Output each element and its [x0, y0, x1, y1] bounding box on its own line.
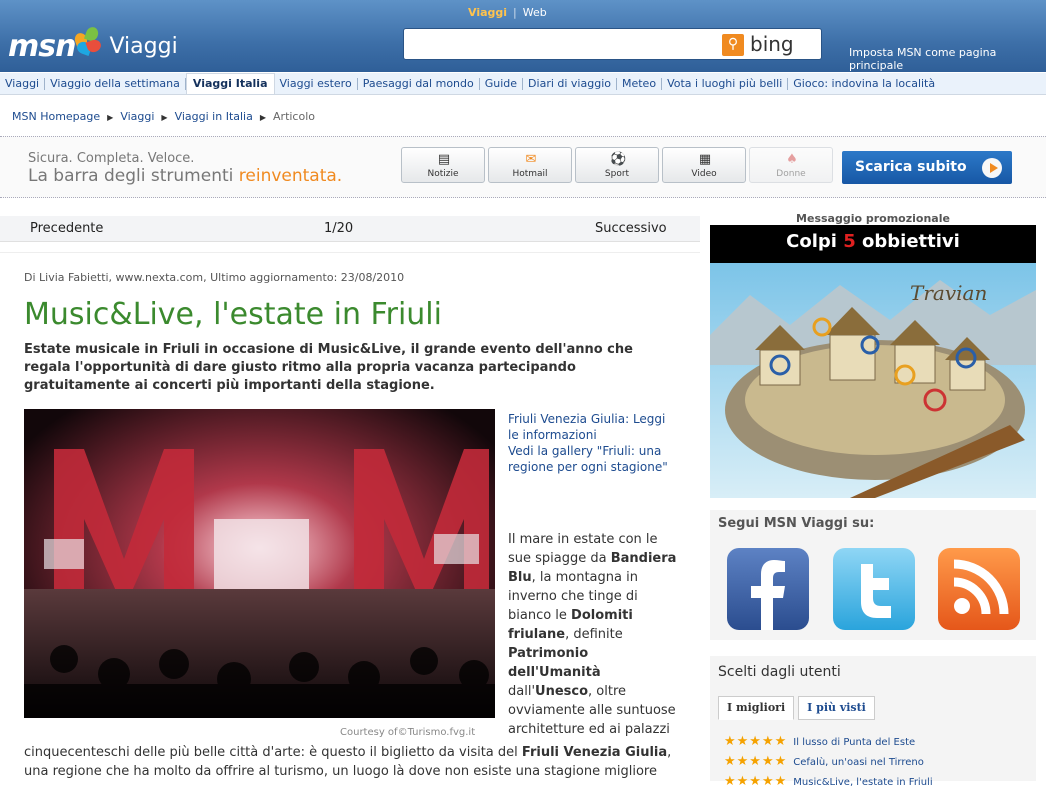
bing-logo: bing: [750, 32, 794, 56]
toolbar-ad-banner: Sicura. Completa. Veloce. La barra degli…: [0, 136, 1046, 198]
tab-migliori[interactable]: I migliori: [718, 696, 795, 720]
clapperboard-icon: ▦: [698, 152, 712, 167]
user-picks-list: ★★★★★ Il lusso di Punta del Este ★★★★★ Cef…: [724, 732, 933, 792]
article-title: Music&Live, l'estate in Friuli: [24, 297, 442, 332]
facebook-icon[interactable]: [727, 548, 809, 630]
page-position: 1/20: [324, 221, 354, 236]
search-input[interactable]: [408, 32, 718, 56]
soccer-ball-icon: ⚽: [610, 152, 627, 167]
search-tab-web[interactable]: Web: [523, 6, 547, 19]
rating-stars: ★★★★★: [724, 754, 788, 769]
nav-item-viaggi[interactable]: Viaggi: [0, 77, 46, 90]
chevron-right-icon: ▶: [259, 113, 267, 122]
breadcrumb: MSN Homepage ▶ Viaggi ▶ Viaggi in Italia ▶ Art…: [12, 110, 315, 123]
article-lead: Estate musicale in Friuli in occasione d…: [24, 342, 633, 393]
search-scope-tabs: Viaggi | Web: [468, 6, 547, 19]
search-tab-viaggi[interactable]: Viaggi: [468, 6, 507, 19]
nav-item-viaggi-estero[interactable]: Viaggi estero: [275, 77, 358, 90]
breadcrumb-viaggi[interactable]: Viaggi: [120, 110, 154, 123]
next-link[interactable]: Successivo: [595, 221, 667, 236]
concert-photo: [24, 409, 495, 718]
chevron-right-icon: ▶: [107, 113, 114, 122]
list-item[interactable]: ★★★★★ Music&Live, l'estate in Friuli: [724, 772, 933, 792]
download-now-button[interactable]: Scarica subito: [842, 151, 1012, 184]
rating-stars: ★★★★★: [724, 734, 788, 749]
rss-icon[interactable]: [938, 548, 1020, 630]
nav-item-vota[interactable]: Vota i luoghi più belli: [662, 77, 789, 90]
nav-item-viaggio-settimana[interactable]: Viaggio della settimana: [45, 77, 186, 90]
article-pager: Precedente 1/20 Successivo: [0, 216, 700, 242]
nav-item-viaggi-italia[interactable]: Viaggi Italia: [185, 73, 275, 94]
breadcrumb-current: Articolo: [273, 110, 315, 123]
svg-text:Travian: Travian: [910, 281, 987, 305]
related-links: Friuli Venezia Giulia: Leggi le informaz…: [508, 411, 678, 475]
set-homepage-link[interactable]: Imposta MSN come pagina principale: [849, 46, 1046, 72]
msn-logo[interactable]: msn Viaggi: [8, 25, 178, 64]
nav-item-diari[interactable]: Diari di viaggio: [523, 77, 617, 90]
toolbar-button-video[interactable]: ▦ Video: [662, 147, 746, 183]
user-picks-box: Scelti dagli utenti I migliori I più vis…: [710, 656, 1036, 789]
msn-butterfly-icon: [73, 25, 104, 57]
breadcrumb-viaggi-italia[interactable]: Viaggi in Italia: [175, 110, 253, 123]
user-picks-title: Scelti dagli utenti: [718, 664, 841, 680]
toolbar-button-notizie[interactable]: ▤ Notizie: [401, 147, 485, 183]
banner-tagline: Sicura. Completa. Veloce. La barra degli…: [28, 151, 343, 186]
toolbar-button-hotmail[interactable]: ✉ Hotmail: [488, 147, 572, 183]
ad-headline: Colpi 5 obbiettivi: [786, 231, 960, 252]
nav-item-guide[interactable]: Guide: [480, 77, 524, 90]
promo-label: Messaggio promozionale: [796, 212, 950, 225]
rating-stars: ★★★★★: [724, 774, 788, 789]
photo-credit: Courtesy of©Turismo.fvg.it: [340, 727, 476, 738]
article-body: cinquecenteschi delle più belle città d'…: [24, 745, 672, 779]
twitter-icon[interactable]: [833, 548, 915, 630]
nav-item-gioco[interactable]: Gioco: indovina la località: [788, 77, 940, 90]
list-item[interactable]: ★★★★★ Cefalù, un'oasi nel Tirreno: [724, 752, 933, 772]
section-nav: Viaggi Viaggio della settimana Viaggi It…: [0, 73, 1046, 95]
search-icon: ⚲: [727, 36, 739, 52]
shoe-icon: ♠: [786, 152, 798, 167]
user-picks-tabs: I migliori I più visti: [718, 696, 879, 720]
mail-icon: ✉: [525, 152, 537, 167]
article-byline: Di Livia Fabietti, www.nexta.com, Ultimo…: [24, 271, 405, 284]
link-friuli-gallery[interactable]: Vedi la gallery "Friuli: una regione per…: [508, 444, 668, 474]
chevron-right-icon: ▶: [161, 113, 168, 122]
search-button[interactable]: ⚲: [722, 34, 744, 56]
header: msn Viaggi Viaggi | Web ⚲ bing Imposta MSN…: [0, 0, 1046, 72]
play-arrow-icon: [982, 158, 1002, 178]
nav-item-paesaggi[interactable]: Paesaggi dal mondo: [358, 77, 480, 90]
article: Di Livia Fabietti, www.nexta.com, Ultimo…: [0, 252, 700, 781]
follow-box: Segui MSN Viaggi su:: [710, 510, 1036, 640]
list-item[interactable]: ★★★★★ Il lusso di Punta del Este: [724, 732, 933, 752]
follow-title: Segui MSN Viaggi su:: [718, 516, 875, 531]
article-body-side: Il mare in estate con le sue spiagge da …: [508, 532, 677, 737]
newspaper-icon: ▤: [437, 152, 451, 167]
toolbar-button-donne[interactable]: ♠ Donne: [749, 147, 833, 183]
breadcrumb-msn-homepage[interactable]: MSN Homepage: [12, 110, 100, 123]
nav-item-meteo[interactable]: Meteo: [617, 77, 663, 90]
travian-ad[interactable]: Travian Colpi 5 obbiettivi: [710, 225, 1036, 498]
link-friuli-info[interactable]: Friuli Venezia Giulia: Leggi le informaz…: [508, 412, 665, 442]
search-box: ⚲ bing: [403, 28, 822, 60]
prev-link[interactable]: Precedente: [30, 221, 103, 236]
tab-piu-visti[interactable]: I più visti: [798, 696, 875, 720]
toolbar-button-sport[interactable]: ⚽ Sport: [575, 147, 659, 183]
